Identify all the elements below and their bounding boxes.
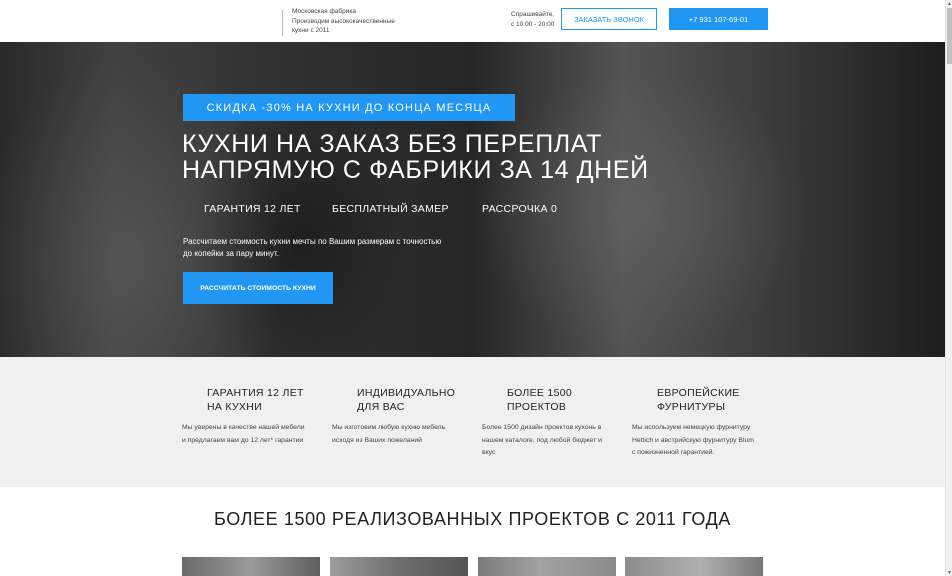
benefit-hardware: ЕВРОПЕЙСКИЕ ФУРНИТУРЫ Мы используем неме… (632, 387, 767, 460)
hero-description-line: Рассчитаем стоимость кухни мечты по Ваши… (183, 237, 442, 246)
tagline-line: Московская фабрика (292, 8, 356, 15)
feature-warranty: ГАРАНТИЯ 12 ЛЕТ (204, 203, 301, 215)
benefit-title-line: ФУРНИТУРЫ (657, 400, 726, 413)
benefit-text-line: с пожизненной гарантией. (632, 449, 715, 457)
benefit-title: ГАРАНТИЯ 12 ЛЕТ НА КУХНИ (207, 387, 317, 414)
benefit-text-line: Мы уверены в качестве нашей мебели (182, 424, 305, 431)
tagline-line: Производим высококачественные (292, 17, 395, 25)
tagline-line: кухни с 2011 (292, 27, 330, 35)
benefit-title-line: ГАРАНТИЯ 12 ЛЕТ (207, 387, 304, 399)
benefit-text-line: вкус (482, 449, 496, 457)
scroll-down-icon[interactable]: ▼ (946, 569, 952, 576)
projects-title: БОЛЕЕ 1500 РЕАЛИЗОВАННЫХ ПРОЕКТОВ С 2011… (214, 509, 731, 529)
benefit-text: Мы используем немецкую фурнитуру Hettich… (632, 422, 767, 460)
hours-line: с 10:00 - 20:00 (511, 20, 555, 28)
hero-description-line: до копейки за пару минут. (183, 248, 279, 258)
benefit-title-line: НА КУХНИ (207, 400, 262, 413)
benefit-title-line: ИНДИВИДУАЛЬНО (357, 387, 456, 399)
benefit-title-line: БОЛЕЕ 1500 (507, 387, 572, 399)
benefit-text-line: Мы изготовим любую кухню мебель (332, 424, 446, 431)
benefit-text-line: и предлагаем вам до 12 лет* гарантии (182, 436, 304, 444)
project-thumbnail[interactable] (478, 557, 616, 576)
feature-installment: РАССРОЧКА 0 (482, 203, 558, 215)
page-scrollbar[interactable]: ▲ ▼ (945, 0, 952, 576)
benefit-title-line: ПРОЕКТОВ (507, 400, 567, 413)
benefit-warranty: ГАРАНТИЯ 12 ЛЕТ НА КУХНИ Мы уверены в ка… (182, 387, 317, 447)
promo-banner: СКИДКА -30% НА КУХНИ ДО КОНЦА МЕСЯЦА (183, 94, 515, 121)
benefit-title: ЕВРОПЕЙСКИЕ ФУРНИТУРЫ (657, 387, 767, 414)
benefit-text: Мы изготовим любую кухню мебель исходя и… (332, 422, 467, 447)
landing-page: Московская фабрика Производим высококаче… (0, 0, 945, 576)
benefit-text-line: нашем каталоге, под любой бюджет и (482, 436, 602, 444)
benefit-text: Более 1500 дизайн проектов кухонь в наше… (482, 422, 617, 460)
benefit-text-line: Более 1500 дизайн проектов кухонь в (482, 424, 602, 431)
hero-title: КУХНИ НА ЗАКАЗ БЕЗ ПЕРЕПЛАТ НАПРЯМУЮ С Ф… (182, 131, 649, 183)
benefit-text-line: исходя из Ваших пожеланий (332, 436, 422, 444)
hero-title-line: НАПРЯМУЮ С ФАБРИКИ ЗА 14 ДНЕЙ (182, 156, 649, 184)
benefits-section: ГАРАНТИЯ 12 ЛЕТ НА КУХНИ Мы уверены в ка… (0, 357, 945, 487)
hero-section: СКИДКА -30% НА КУХНИ ДО КОНЦА МЕСЯЦА КУХ… (0, 42, 945, 357)
site-header: Московская фабрика Производим высококаче… (0, 0, 945, 42)
project-thumbnail[interactable] (330, 557, 468, 576)
feature-free-measure: БЕСПЛАТНЫЙ ЗАМЕР (332, 203, 449, 215)
benefit-text: Мы уверены в качестве нашей мебели и пре… (182, 422, 317, 447)
header-divider (282, 10, 283, 36)
hours-line: Спрашивайте, (511, 11, 555, 18)
benefit-title-line: ЕВРОПЕЙСКИЕ (657, 387, 740, 399)
calculate-cost-button[interactable]: РАССЧИТАТЬ СТОИМОСТЬ КУХНИ (183, 272, 333, 304)
benefit-text-line: Hettich и австрийскую фурнитуру Blum (632, 436, 754, 444)
company-tagline: Московская фабрика Производим высококаче… (292, 7, 395, 36)
project-thumbnail[interactable] (182, 557, 320, 576)
order-call-button[interactable]: ЗАКАЗАТЬ ЗВОНОК (561, 8, 657, 30)
benefit-title-line: ДЛЯ ВАС (357, 400, 405, 413)
scroll-up-icon[interactable]: ▲ (946, 0, 952, 7)
scrollbar-thumb[interactable] (947, 8, 952, 64)
hero-description: Рассчитаем стоимость кухни мечты по Ваши… (183, 236, 453, 259)
benefit-individual: ИНДИВИДУАЛЬНО ДЛЯ ВАС Мы изготовим любую… (332, 387, 467, 447)
hero-title-line: КУХНИ НА ЗАКАЗ БЕЗ ПЕРЕПЛАТ (182, 130, 602, 158)
working-hours: Спрашивайте, с 10:00 - 20:00 (511, 10, 554, 29)
benefit-projects: БОЛЕЕ 1500 ПРОЕКТОВ Более 1500 дизайн пр… (482, 387, 617, 460)
benefit-title: ИНДИВИДУАЛЬНО ДЛЯ ВАС (357, 387, 467, 414)
benefit-text-line: Мы используем немецкую фурнитуру (632, 424, 751, 431)
phone-button[interactable]: +7 931 107-69-01 (669, 8, 768, 30)
benefit-title: БОЛЕЕ 1500 ПРОЕКТОВ (507, 387, 617, 414)
project-thumbnail[interactable] (625, 557, 763, 576)
